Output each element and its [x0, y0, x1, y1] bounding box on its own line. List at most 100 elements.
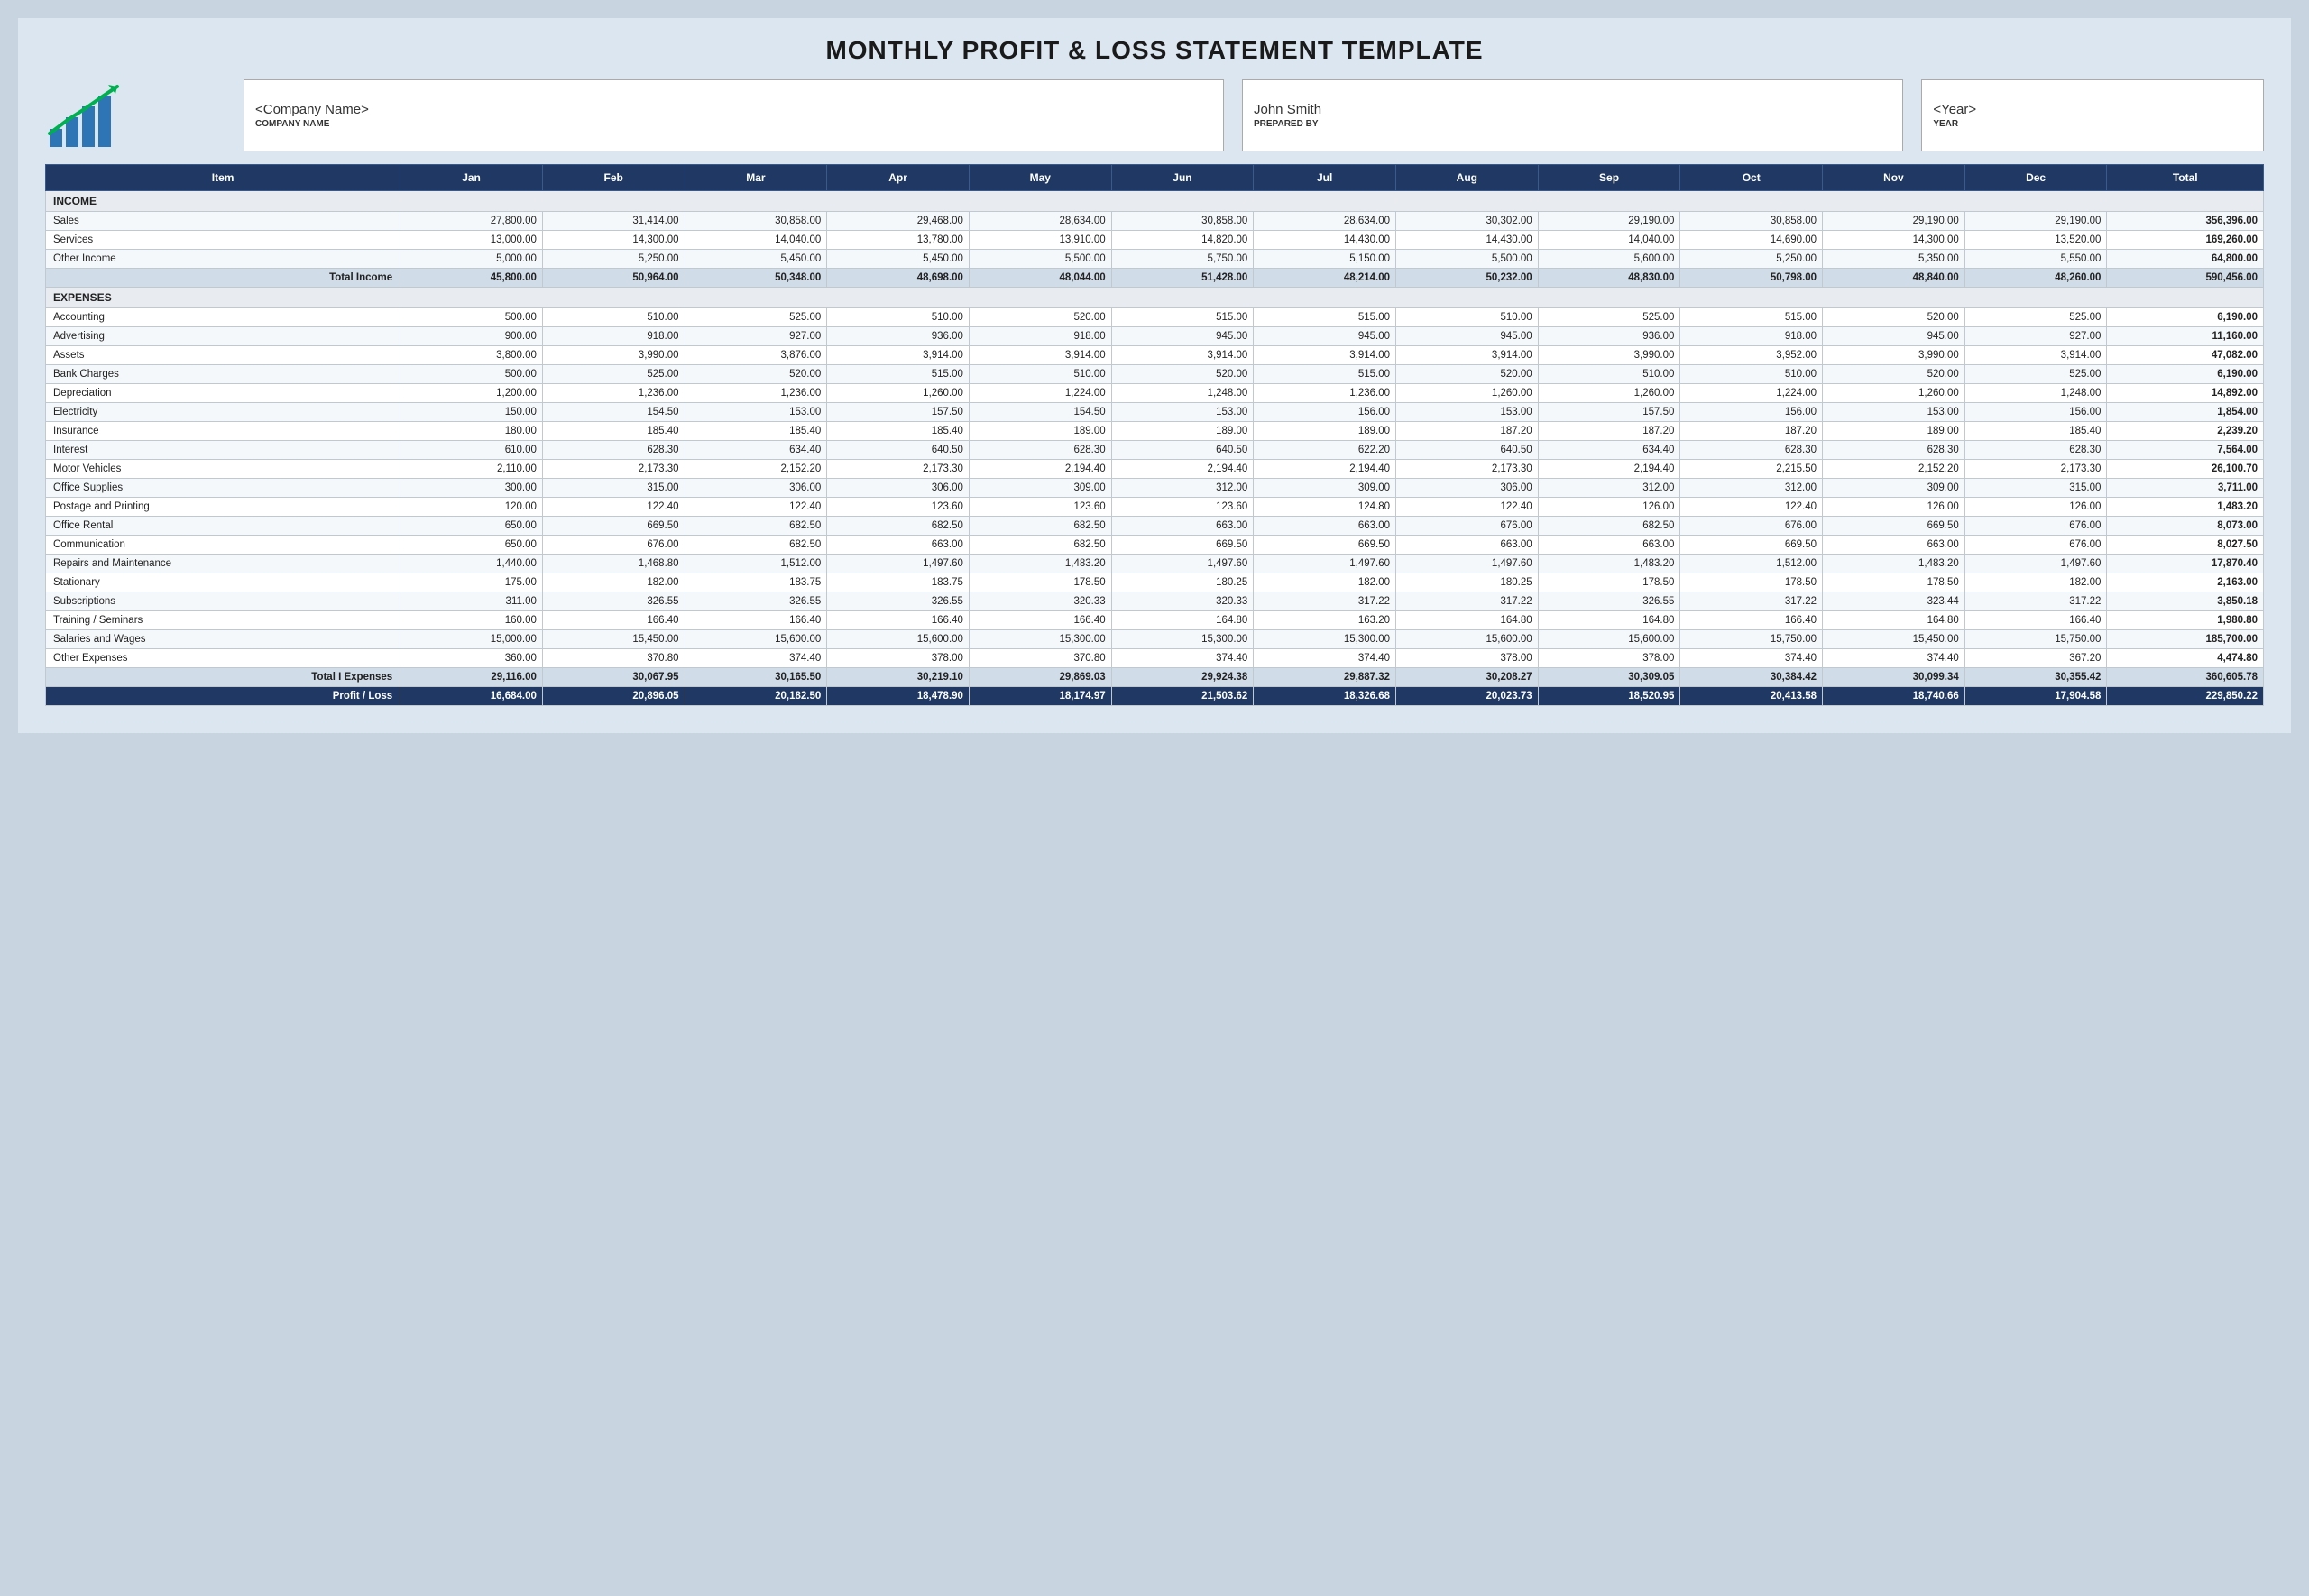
row-value: 3,914.00 [1111, 346, 1254, 365]
row-value: 374.40 [1111, 649, 1254, 668]
row-value: 8,073.00 [2107, 517, 2264, 536]
row-label: Salaries and Wages [46, 630, 400, 649]
row-value: 510.00 [1396, 308, 1539, 327]
row-value: 15,450.00 [1823, 630, 1965, 649]
row-value: 590,456.00 [2107, 269, 2264, 288]
row-value: 30,165.50 [685, 668, 827, 687]
row-value: 178.50 [1538, 573, 1680, 592]
row-value: 18,520.95 [1538, 687, 1680, 706]
row-value: 189.00 [1823, 422, 1965, 441]
row-value: 936.00 [827, 327, 970, 346]
row-value: 164.80 [1823, 611, 1965, 630]
row-label: Communication [46, 536, 400, 555]
row-value: 1,497.60 [827, 555, 970, 573]
row-value: 17,870.40 [2107, 555, 2264, 573]
row-value: 682.50 [827, 517, 970, 536]
row-value: 317.22 [1964, 592, 2107, 611]
table-row: Other Expenses360.00370.80374.40378.0037… [46, 649, 2264, 668]
row-value: 317.22 [1254, 592, 1396, 611]
row-label: Interest [46, 441, 400, 460]
row-value: 3,914.00 [1396, 346, 1539, 365]
row-value: 1,260.00 [1823, 384, 1965, 403]
row-label: Other Income [46, 250, 400, 269]
row-value: 1,497.60 [1396, 555, 1539, 573]
row-value: 182.00 [1964, 573, 2107, 592]
row-value: 29,190.00 [1964, 212, 2107, 231]
income-section-header: INCOME [46, 191, 2264, 212]
col-header-aug: Aug [1396, 165, 1539, 191]
row-value: 676.00 [1964, 517, 2107, 536]
row-value: 663.00 [1254, 517, 1396, 536]
table-row: Accounting500.00510.00525.00510.00520.00… [46, 308, 2264, 327]
row-value: 189.00 [1111, 422, 1254, 441]
row-value: 2,215.50 [1680, 460, 1823, 479]
row-value: 13,910.00 [969, 231, 1111, 250]
row-value: 2,152.20 [685, 460, 827, 479]
row-value: 682.50 [969, 517, 1111, 536]
row-value: 669.50 [542, 517, 685, 536]
company-name-label: COMPANY NAME [255, 119, 1212, 129]
row-value: 182.00 [1254, 573, 1396, 592]
row-value: 178.50 [1823, 573, 1965, 592]
row-value: 945.00 [1823, 327, 1965, 346]
row-value: 13,000.00 [400, 231, 543, 250]
row-value: 20,182.50 [685, 687, 827, 706]
row-value: 3,914.00 [1964, 346, 2107, 365]
row-value: 306.00 [827, 479, 970, 498]
table-row: Other Income5,000.005,250.005,450.005,45… [46, 250, 2264, 269]
row-value: 27,800.00 [400, 212, 543, 231]
row-label: Electricity [46, 403, 400, 422]
row-value: 50,348.00 [685, 269, 827, 288]
row-value: 3,914.00 [1254, 346, 1396, 365]
row-value: 20,413.58 [1680, 687, 1823, 706]
income-header-label: INCOME [46, 191, 2264, 212]
row-value: 669.50 [1254, 536, 1396, 555]
row-label: Office Rental [46, 517, 400, 536]
row-value: 312.00 [1680, 479, 1823, 498]
row-value: 1,468.80 [542, 555, 685, 573]
row-value: 154.50 [969, 403, 1111, 422]
row-value: 510.00 [827, 308, 970, 327]
row-value: 30,858.00 [1680, 212, 1823, 231]
row-value: 30,302.00 [1396, 212, 1539, 231]
row-value: 320.33 [969, 592, 1111, 611]
row-value: 515.00 [1254, 365, 1396, 384]
row-value: 374.40 [1680, 649, 1823, 668]
row-value: 323.44 [1823, 592, 1965, 611]
table-row: Profit / Loss16,684.0020,896.0520,182.50… [46, 687, 2264, 706]
row-value: 45,800.00 [400, 269, 543, 288]
row-value: 1,497.60 [1964, 555, 2107, 573]
row-value: 178.50 [1680, 573, 1823, 592]
row-value: 634.40 [685, 441, 827, 460]
col-header-jun: Jun [1111, 165, 1254, 191]
row-value: 166.40 [1680, 611, 1823, 630]
row-value: 5,750.00 [1111, 250, 1254, 269]
row-label: Other Expenses [46, 649, 400, 668]
row-value: 1,248.00 [1111, 384, 1254, 403]
row-value: 1,512.00 [685, 555, 827, 573]
row-value: 510.00 [542, 308, 685, 327]
row-value: 676.00 [1396, 517, 1539, 536]
row-label: Insurance [46, 422, 400, 441]
row-value: 515.00 [827, 365, 970, 384]
row-value: 3,952.00 [1680, 346, 1823, 365]
row-value: 29,190.00 [1823, 212, 1965, 231]
row-value: 300.00 [400, 479, 543, 498]
row-value: 663.00 [1396, 536, 1539, 555]
row-value: 153.00 [685, 403, 827, 422]
row-value: 15,300.00 [969, 630, 1111, 649]
row-value: 520.00 [1111, 365, 1254, 384]
table-row: Electricity150.00154.50153.00157.50154.5… [46, 403, 2264, 422]
row-value: 15,600.00 [827, 630, 970, 649]
row-value: 156.00 [1964, 403, 2107, 422]
row-value: 2,110.00 [400, 460, 543, 479]
row-value: 28,634.00 [969, 212, 1111, 231]
row-value: 918.00 [969, 327, 1111, 346]
row-value: 326.55 [685, 592, 827, 611]
row-value: 306.00 [1396, 479, 1539, 498]
col-header-dec: Dec [1964, 165, 2107, 191]
row-value: 30,355.42 [1964, 668, 2107, 687]
row-value: 156.00 [1254, 403, 1396, 422]
row-value: 15,300.00 [1111, 630, 1254, 649]
row-value: 1,483.20 [1823, 555, 1965, 573]
